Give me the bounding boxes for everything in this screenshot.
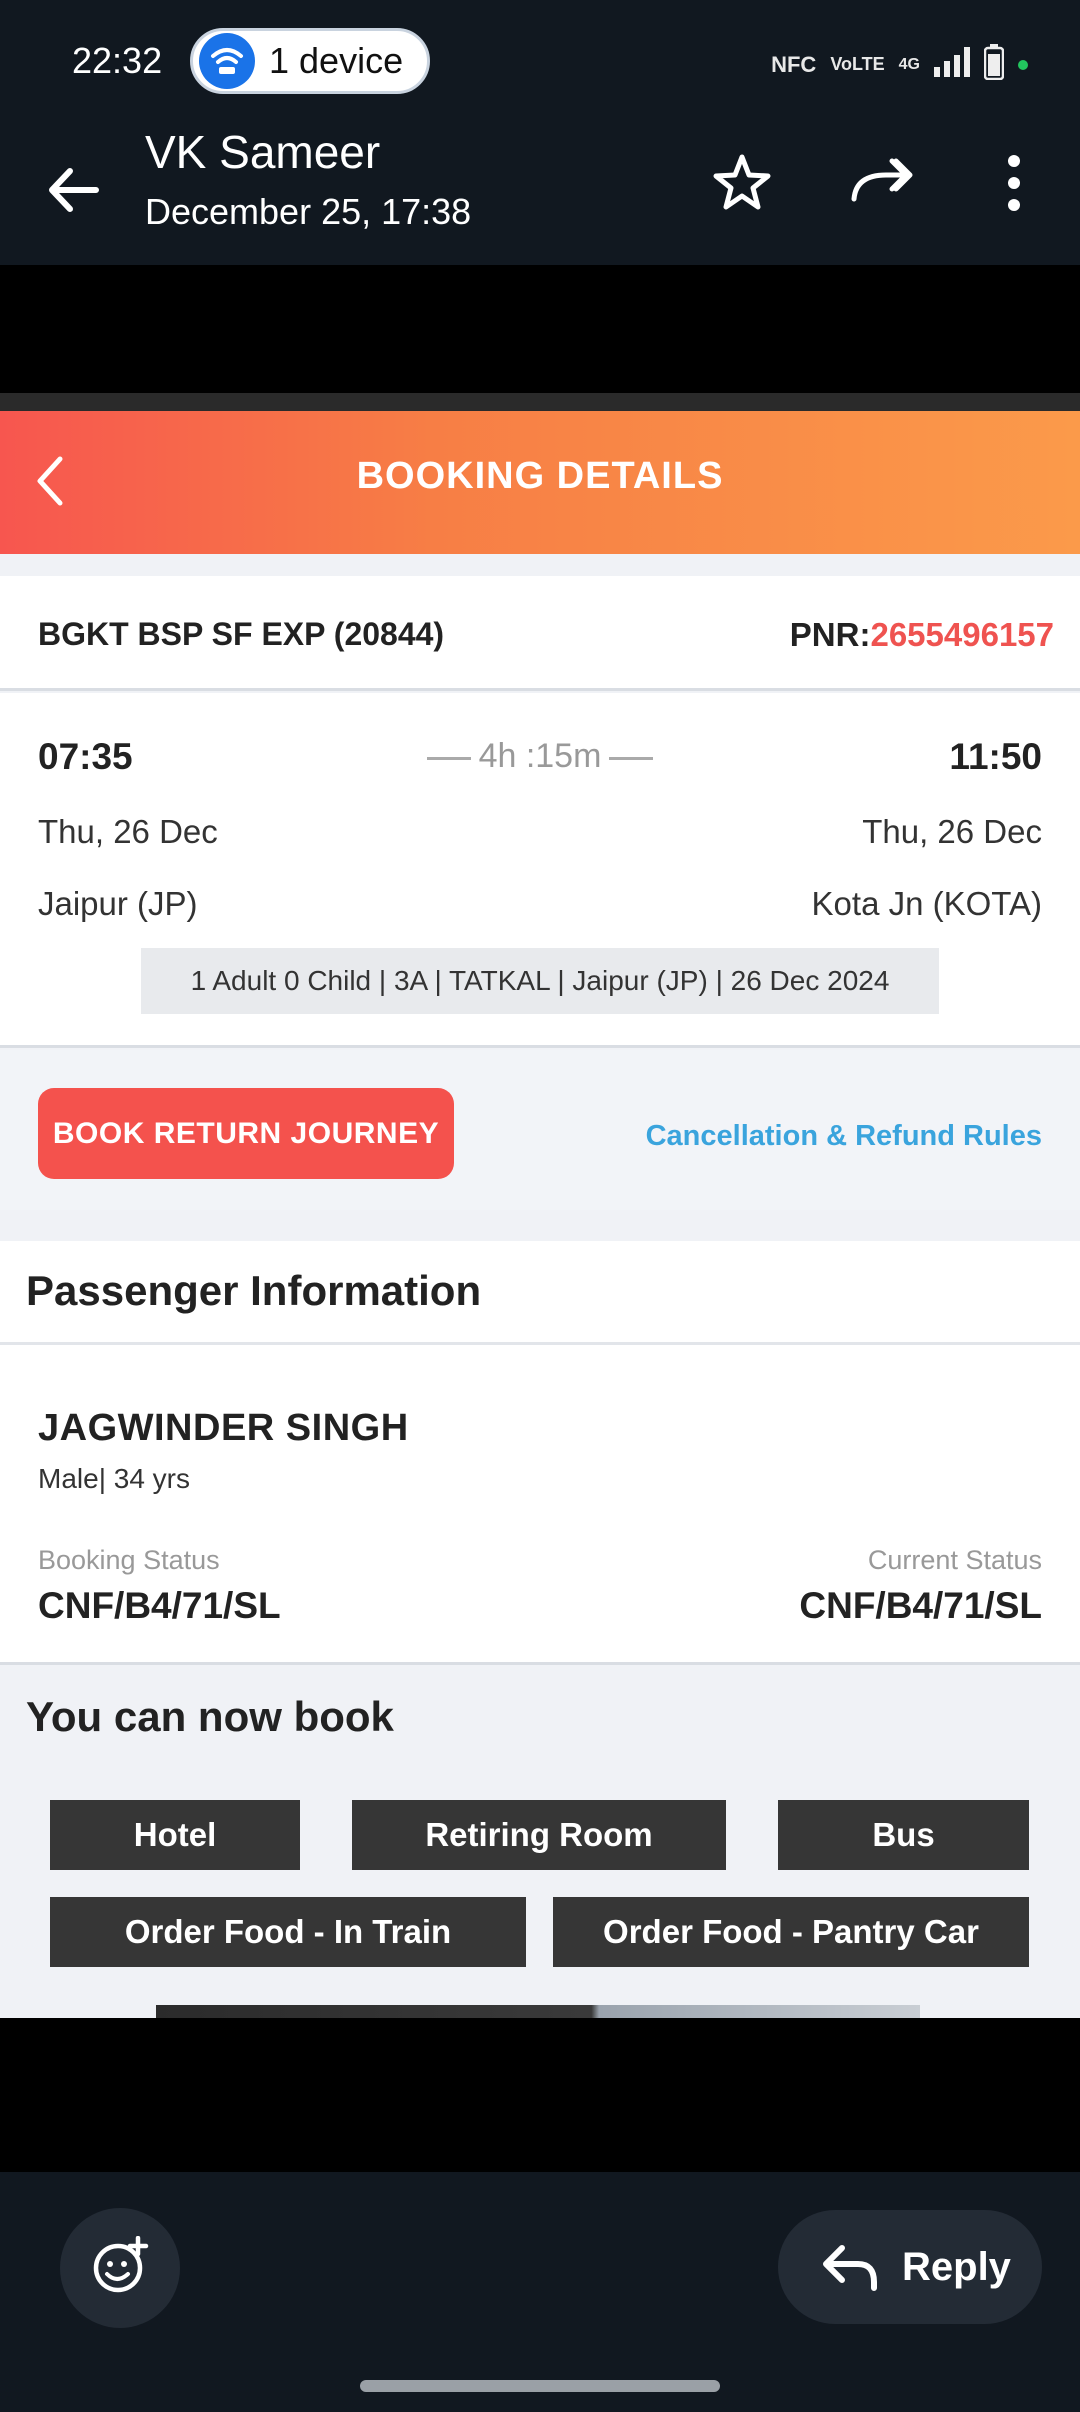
more-vert-icon[interactable] [978, 147, 1050, 219]
order-food-in-train-button[interactable]: Order Food - In Train [50, 1897, 526, 1967]
current-status-label: Current Status [867, 1545, 1042, 1575]
journey-card: 07:35 4h :15m 11:50 Thu, 26 Dec Thu, 26 … [0, 693, 1080, 1048]
arrival-date: Thu, 26 Dec [862, 813, 1042, 850]
arrival-time: 11:50 [949, 736, 1042, 777]
ad-banner[interactable] [156, 2005, 920, 2018]
bottom-bar: Reply [0, 2172, 1080, 2412]
book-return-journey-button[interactable]: BOOK RETURN JOURNEY [38, 1088, 454, 1179]
duration-line-right [609, 756, 654, 760]
passenger-meta: Male| 34 yrs [38, 1463, 190, 1494]
booking-header-title: BOOKING DETAILS [356, 455, 724, 497]
emoji-add-button[interactable] [60, 2208, 180, 2328]
from-station: Jaipur (JP) [38, 885, 198, 922]
device-pill[interactable]: 1 device [190, 28, 430, 94]
duration: 4h :15m [0, 737, 1080, 776]
home-indicator[interactable] [360, 2380, 720, 2392]
retiring-room-button[interactable]: Retiring Room [352, 1800, 726, 1870]
reply-icon [820, 2242, 880, 2292]
shared-screenshot[interactable]: BOOKING DETAILS BGKT BSP SF EXP (20844) … [0, 393, 1080, 2018]
order-food-pantry-car-button[interactable]: Order Food - Pantry Car [553, 1897, 1029, 1967]
sender-name: VK Sameer [145, 126, 381, 178]
reply-button[interactable]: Reply [778, 2210, 1042, 2324]
device-pill-label: 1 device [269, 40, 404, 81]
cancellation-refund-link[interactable]: Cancellation & Refund Rules [646, 1120, 1042, 1153]
passenger-card: JAGWINDER SINGH Male| 34 yrs Booking Sta… [0, 1345, 1080, 1665]
passenger-name: JAGWINDER SINGH [38, 1407, 409, 1449]
status-time: 22:32 [72, 40, 163, 81]
signal-icon [934, 47, 970, 82]
wifi-icon [199, 33, 255, 89]
emoji-add-icon [90, 2235, 150, 2301]
screenshot-top-edge [0, 393, 1080, 411]
book-more-title: You can now book [26, 1693, 394, 1740]
pnr-value: 2655496157 [870, 616, 1054, 653]
actions-row: BOOK RETURN JOURNEY Cancellation & Refun… [0, 1050, 1080, 1210]
nfc-icon: NFC [771, 51, 817, 77]
duration-text: 4h :15m [478, 737, 602, 775]
volte-icon: VoLTE [830, 54, 885, 74]
star-icon[interactable] [706, 147, 778, 219]
hotel-button[interactable]: Hotel [50, 1800, 300, 1870]
pnr: PNR:2655496157 [790, 616, 1054, 654]
message-date: December 25, 17:38 [145, 191, 472, 232]
current-status-value: CNF/B4/71/SL [799, 1585, 1042, 1626]
status-bar: 22:32 1 device NFC VoLTE 4G [0, 0, 1080, 125]
to-station: Kota Jn (KOTA) [811, 885, 1042, 922]
forward-icon[interactable] [846, 147, 918, 219]
booking-header: BOOKING DETAILS [0, 411, 1080, 554]
pnr-label: PNR: [789, 616, 871, 653]
passenger-section-title: Passenger Information [26, 1267, 482, 1314]
passenger-section-header: Passenger Information [0, 1241, 1080, 1345]
train-row: BGKT BSP SF EXP (20844) PNR:2655496157 [0, 576, 1080, 691]
network-type-icon: 4G [898, 55, 920, 73]
bus-button[interactable]: Bus [778, 1800, 1029, 1870]
app-bar: VK Sameer December 25, 17:38 [0, 125, 1080, 265]
duration-line-left [426, 756, 471, 760]
train-name: BGKT BSP SF EXP (20844) [38, 616, 445, 652]
privacy-dot [1018, 59, 1028, 70]
reply-label: Reply [902, 2244, 1011, 2289]
back-arrow-icon[interactable] [40, 155, 110, 225]
booking-status-label: Booking Status [38, 1545, 220, 1575]
status-icons: NFC VoLTE 4G [771, 44, 1028, 85]
departure-date: Thu, 26 Dec [38, 813, 218, 850]
booking-status-value: CNF/B4/71/SL [38, 1585, 281, 1626]
battery-icon [983, 44, 1005, 85]
journey-summary: 1 Adult 0 Child | 3A | TATKAL | Jaipur (… [141, 948, 939, 1014]
